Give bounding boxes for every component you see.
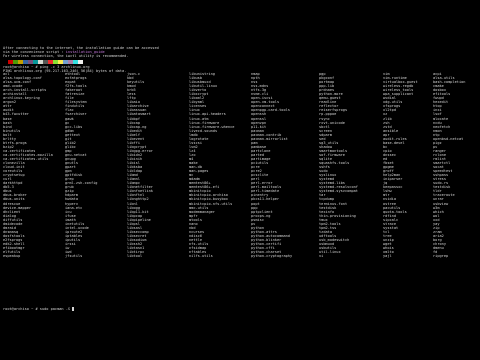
package-column: acl alsa-topology-conf alsa-ucm-conf amd-uc…	[3, 72, 65, 258]
terminal-header: After connecting to the internet, the in…	[3, 46, 477, 73]
terminal-window[interactable]: After connecting to the internet, the in…	[0, 0, 480, 360]
prompt-text: root@archiso ~ # sudo pacman -S	[3, 307, 73, 311]
color-palette-bar	[3, 60, 477, 65]
color-swatch	[78, 60, 83, 65]
package-name: nilfs-utils	[189, 254, 213, 259]
package-column: nmap npth nss nss-mdns ntfs-3g nvme-cli open-i…	[251, 72, 313, 258]
package-name: libtool	[127, 254, 143, 259]
text-cursor	[72, 307, 75, 311]
package-column: pgp pkgconf portmap ppp-lib prdnaes python-mo…	[319, 72, 381, 258]
package-name: ripgrep	[433, 254, 449, 259]
package-column: acpi alsa-utils bash-completion cmake dosbox…	[433, 72, 480, 258]
header-line-3: For wireless connection, the iwctl utili…	[3, 54, 129, 59]
package-column: json-c kbd keyutils kmod krb5 less lftp libaio l…	[127, 72, 189, 258]
package-columns: acl alsa-topology-conf alsa-ucm-conf amd-uc…	[3, 72, 477, 308]
package-name: jfsutils	[65, 254, 83, 259]
footer-prompt[interactable]: root@archiso ~ # sudo pacman -S	[3, 307, 75, 311]
package-column: libunistring libusb libusbmuxd libutil-linu…	[189, 72, 251, 258]
package-name: vi	[319, 254, 324, 259]
package-name: python-cryptography	[251, 254, 293, 259]
package-name: espeakup	[3, 254, 21, 259]
package-column: ethtool exfatprogs expat f2fs-tools fakeroot…	[65, 72, 127, 258]
